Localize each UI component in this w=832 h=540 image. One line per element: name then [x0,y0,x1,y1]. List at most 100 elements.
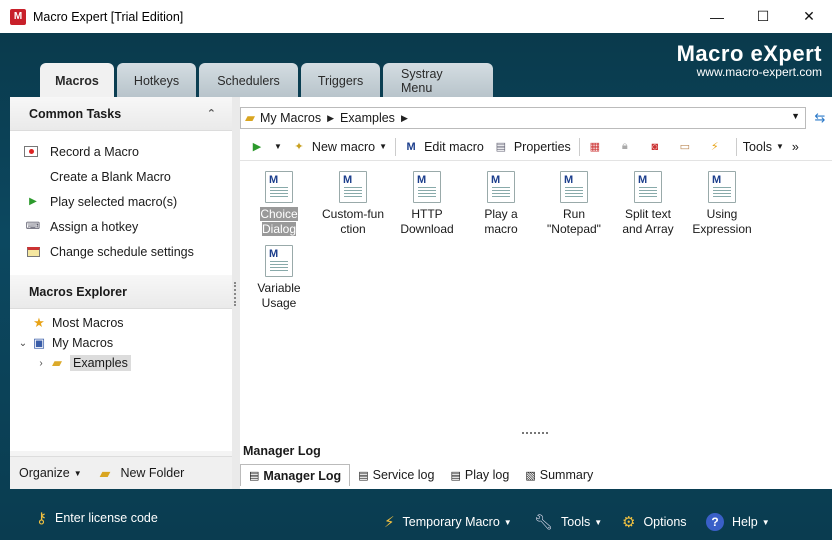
breadcrumb-my-macros[interactable]: My Macros [260,111,321,125]
window-title: Macro Expert [Trial Edition] [33,9,184,24]
more-button[interactable]: » [792,140,799,154]
new-folder-button[interactable]: ▰ New Folder [100,465,185,482]
summary-icon: ▧ [525,469,536,482]
macro-label: Choice Dialog [260,207,298,236]
tools-menu-button[interactable]: Tools ▼ [743,140,784,154]
help-button[interactable]: ? Help ▼ [706,513,770,531]
macro-file-icon [708,171,736,203]
chevron-right-icon[interactable]: ▶ [401,113,408,124]
properties-button[interactable]: ▤ Properties [492,139,571,155]
options-button[interactable]: ⚙︎ Options [622,513,687,531]
tab-triggers[interactable]: Triggers [301,63,380,98]
play-icon: ▶ [252,141,262,153]
lock-button[interactable]: 🔒︎ [616,139,638,155]
play-button[interactable]: ▶ ▼ [248,139,282,155]
caret-down-icon: ▼ [73,468,82,478]
macro-file-icon [560,171,588,203]
edit-macro-button[interactable]: M Edit macro [402,139,483,155]
tab-service-log[interactable]: ▤ Service log [350,464,442,486]
expand-icon[interactable]: ⌄ [16,338,30,349]
macro-item[interactable]: HTTPDownload [390,171,464,237]
tree-item-most-macros[interactable]: ★ Most Macros [10,313,232,333]
macro-item[interactable]: ChoiceDialog [242,171,316,237]
maximize-button[interactable]: ☐ [740,0,786,33]
tab-systray-menu[interactable]: Systray Menu [383,63,493,98]
manager-log-splitter[interactable] [240,430,832,436]
common-tasks-list: Record a Macro Create a Blank Macro ▶ Pl… [10,131,232,275]
keyboard-icon: ⌨ [25,221,41,232]
tab-manager-log[interactable]: ▤ Manager Log [240,464,351,486]
new-macro-button[interactable]: ✦ New macro ▼ [290,139,387,155]
macro-file-icon [339,171,367,203]
macro-icons-area: ChoiceDialog Custom-function HTTPDownloa… [240,167,832,422]
task-assign-hotkey[interactable]: ⌨ Assign a hotkey [10,214,232,239]
minimize-button[interactable]: — [694,0,740,33]
chevron-right-icon[interactable]: ▶ [327,113,334,124]
task-create-blank-macro[interactable]: Create a Blank Macro [10,164,232,189]
macro-file-icon [265,171,293,203]
tab-summary[interactable]: ▧ Summary [517,464,601,486]
task-record-macro[interactable]: Record a Macro [10,139,232,164]
help-icon: ? [706,513,724,531]
dropdown-icon[interactable]: ▼ [791,111,800,121]
title-bar: M Macro Expert [Trial Edition] — ☐ ✕ [0,0,832,33]
macro-item[interactable]: Split textand Array [611,171,685,237]
macro-label: Custom-fun ction [321,207,385,236]
temporary-macro-button[interactable]: ⚡︎ Temporary Macro ▼ [384,513,512,531]
caret-down-icon: ▼ [379,142,388,151]
tab-play-log[interactable]: ▤ Play log [442,464,517,486]
checklist-icon: ▦ [589,141,600,153]
record-button[interactable]: ◙ [646,139,668,155]
tree-item-examples[interactable]: › ▰ Examples [10,353,232,373]
license-button[interactable]: ⚷ Enter license code [36,509,158,527]
record-icon: ◙ [651,140,659,153]
record-icon [24,146,38,157]
log-tabs: ▤ Manager Log ▤ Service log ▤ Play log ▧… [240,464,601,486]
common-tasks-header[interactable]: Common Tasks ⌃ [10,97,232,131]
trigger-button[interactable]: ⚡︎ [706,139,728,155]
task-change-schedule[interactable]: Change schedule settings [10,239,232,264]
panel-splitter[interactable] [232,97,240,489]
address-bar[interactable]: ▰ My Macros ▶ Examples ▶ ▼ [240,107,806,129]
new-macro-icon: ✦ [294,141,304,153]
macro-item[interactable]: UsingExpression [685,171,759,237]
refresh-icon[interactable]: ⇆ [810,107,830,129]
tree-item-my-macros[interactable]: ⌄ ▣ My Macros [10,333,232,353]
breadcrumb-examples[interactable]: Examples [340,111,395,125]
tab-macros[interactable]: Macros [40,63,114,98]
task-label: Change schedule settings [50,244,194,259]
tab-hotkeys[interactable]: Hotkeys [117,63,196,98]
app-icon: M [10,8,26,25]
caret-down-icon: ▼ [761,517,770,527]
toolbar: ▶ ▼ ✦ New macro ▼ M Edit macro ▤ Propert… [240,133,832,161]
properties-icon: ▤ [495,141,507,153]
left-panel: Common Tasks ⌃ Record a Macro Create a B… [10,97,232,489]
close-button[interactable]: ✕ [786,0,832,33]
schedule-button[interactable]: ▭ [676,139,698,155]
macros-explorer-header: Macros Explorer [10,275,232,309]
macro-item[interactable]: Run"Notepad" [537,171,611,237]
blank-icon [24,170,42,184]
left-footer: Organize ▼ ▰ New Folder [10,456,232,489]
caret-down-icon: ▼ [775,142,784,151]
log-icon: ▤ [358,469,369,482]
tab-schedulers[interactable]: Schedulers [199,63,298,98]
caret-down-icon: ▼ [503,517,512,527]
checklist-button[interactable]: ▦ [586,139,608,155]
macro-item[interactable]: Play amacro [464,171,538,237]
caret-down-icon: ▼ [594,517,603,527]
macro-item[interactable]: VariableUsage [242,245,316,311]
chevron-right-icon[interactable]: › [34,358,48,369]
organize-button[interactable]: Organize ▼ [19,466,82,480]
lock-icon: 🔒︎ [621,140,628,152]
main-frame: Macro eXpert www.macro-expert.com Macros… [0,33,832,540]
collapse-icon[interactable]: ⌃ [207,107,216,120]
tools-button[interactable]: 🔧︎ Tools ▼ [534,513,602,531]
play-icon: ▶ [29,196,37,207]
log-icon: ▤ [249,470,260,482]
task-play-selected[interactable]: ▶ Play selected macro(s) [10,189,232,214]
macro-item[interactable]: Custom-function [316,171,390,237]
schedule-icon [24,245,42,259]
caret-down-icon: ▼ [274,142,282,151]
macros-explorer-tree: ★ Most Macros ⌄ ▣ My Macros › ▰ Examples [10,309,232,451]
